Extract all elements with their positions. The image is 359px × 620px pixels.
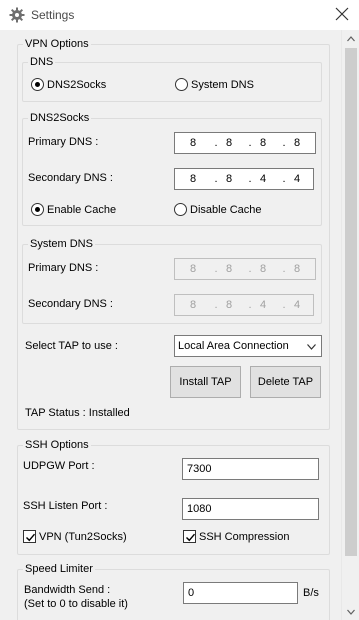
ip-octet: 8 [259, 263, 267, 275]
ssh-compression-checkbox[interactable] [183, 530, 196, 543]
primary-dns-label: Primary DNS : [28, 136, 99, 148]
check-icon [26, 533, 36, 542]
disable-cache-label: Disable Cache [190, 204, 262, 216]
system-secondary-dns-label: Secondary DNS : [28, 298, 113, 310]
ip-octet: 4 [259, 173, 267, 185]
secondary-dns-label: Secondary DNS : [28, 172, 113, 184]
delete-tap-button[interactable]: Delete TAP [250, 366, 321, 398]
secondary-dns-input[interactable]: 8 . 8 . 4 . 4 [174, 168, 314, 190]
select-tap-label: Select TAP to use : [25, 340, 118, 352]
gear-icon [9, 7, 25, 23]
ip-octet: 8 [189, 299, 197, 311]
udpgw-port-input[interactable]: 7300 [182, 458, 319, 480]
ip-octet: 8 [189, 173, 197, 185]
bandwidth-send-hint: (Set to 0 to disable it) [24, 598, 128, 610]
system-primary-dns-input: 8 . 8 . 8 . 8 [174, 258, 316, 280]
system-dns-radio[interactable] [175, 78, 188, 91]
ssh-listen-port-label: SSH Listen Port : [23, 500, 108, 512]
window-title: Settings [31, 8, 75, 22]
bandwidth-send-label: Bandwidth Send : [24, 584, 111, 596]
tap-adapter-select[interactable]: Local Area Connection [174, 335, 322, 357]
bandwidth-send-unit: B/s [303, 587, 319, 599]
ip-octet: 8 [293, 137, 301, 149]
dns-group-label: DNS [28, 56, 56, 68]
scroll-down-arrow-icon[interactable] [347, 609, 355, 615]
ip-octet: 8 [225, 137, 233, 149]
udpgw-port-label: UDPGW Port : [23, 460, 95, 472]
install-tap-button[interactable]: Install TAP [170, 366, 241, 398]
enable-cache-radio[interactable] [31, 203, 44, 216]
ip-octet: 8 [259, 137, 267, 149]
ip-octet: 8 [225, 173, 233, 185]
system-secondary-dns-input: 8 . 8 . 4 . 4 [174, 294, 314, 316]
system-primary-dns-label: Primary DNS : [28, 262, 99, 274]
vertical-scrollbar[interactable] [341, 30, 359, 620]
vpn-tun2socks-label: VPN (Tun2Socks) [39, 531, 127, 543]
vpn-tun2socks-checkbox[interactable] [23, 530, 36, 543]
dns2socks-group-label: DNS2Socks [28, 112, 92, 124]
dns2socks-radio[interactable] [31, 78, 44, 91]
ip-octet: 8 [225, 263, 233, 275]
ip-octet: 8 [293, 263, 301, 275]
ip-octet: 8 [189, 137, 197, 149]
check-icon [186, 533, 196, 542]
system-dns-group-label: System DNS [28, 238, 95, 250]
close-icon[interactable] [335, 7, 349, 21]
system-dns-radio-label: System DNS [191, 79, 254, 91]
speed-limiter-label: Speed Limiter [23, 563, 95, 575]
ssh-options-label: SSH Options [23, 439, 91, 451]
ip-octet: 8 [189, 263, 197, 275]
tap-adapter-value: Local Area Connection [178, 340, 289, 352]
ip-octet: 4 [293, 299, 301, 311]
vpn-options-label: VPN Options [23, 38, 91, 50]
ip-octet: 4 [293, 173, 301, 185]
chevron-down-icon [307, 344, 316, 350]
scrollbar-thumb[interactable] [345, 48, 357, 556]
primary-dns-input[interactable]: 8 . 8 . 8 . 8 [174, 132, 316, 154]
enable-cache-label: Enable Cache [47, 204, 117, 216]
ssh-listen-port-input[interactable]: 1080 [182, 498, 319, 520]
ssh-compression-label: SSH Compression [199, 531, 290, 543]
ip-octet: 8 [225, 299, 233, 311]
bandwidth-send-input[interactable]: 0 [183, 582, 298, 604]
title-bar: Settings [0, 0, 359, 30]
ip-octet: 4 [259, 299, 267, 311]
disable-cache-radio[interactable] [174, 203, 187, 216]
scroll-up-arrow-icon[interactable] [347, 36, 355, 42]
dns2socks-radio-label: DNS2Socks [47, 79, 107, 91]
tap-status-text: TAP Status : Installed [25, 407, 130, 419]
